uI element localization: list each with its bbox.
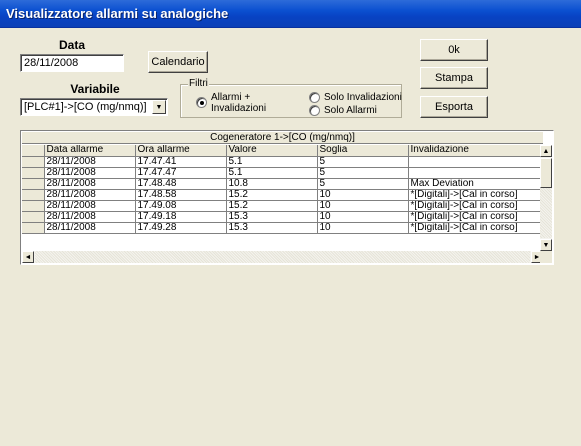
cell-value[interactable]: 5.1 — [226, 156, 318, 168]
alarms-table: Data allarme Ora allarme Valore Soglia I… — [22, 145, 544, 234]
cell-invalidation[interactable]: *[Digitali]->[Cal in corso] — [408, 189, 544, 201]
radio-alarms-invalidations[interactable] — [196, 97, 207, 108]
cell-threshold[interactable]: 10 — [317, 200, 409, 212]
cell-invalidation[interactable] — [408, 167, 544, 179]
row-header[interactable] — [22, 211, 45, 223]
variable-select[interactable]: [PLC#1]->[CO (mg/nmq)] ▼ — [20, 98, 168, 116]
cell-time[interactable]: 17.47.47 — [135, 167, 227, 179]
scrollbar-corner — [540, 251, 552, 263]
cell-threshold[interactable]: 5 — [317, 156, 409, 168]
chevron-down-icon[interactable]: ▼ — [152, 100, 166, 114]
cell-invalidation[interactable]: *[Digitali]->[Cal in corso] — [408, 211, 544, 223]
horizontal-scrollbar[interactable]: ◄ ► — [22, 251, 543, 263]
cell-date[interactable]: 28/11/2008 — [44, 178, 136, 190]
column-header-date[interactable]: Data allarme — [44, 145, 136, 157]
row-header[interactable] — [22, 189, 45, 201]
radio-only-invalidations[interactable] — [309, 92, 320, 103]
cell-time[interactable]: 17.49.28 — [135, 222, 227, 234]
scroll-left-icon[interactable]: ◄ — [22, 251, 34, 263]
cell-date[interactable]: 28/11/2008 — [44, 156, 136, 168]
row-header[interactable] — [22, 178, 45, 190]
cell-threshold[interactable]: 5 — [317, 167, 409, 179]
date-label: Data — [58, 38, 85, 52]
cell-date[interactable]: 28/11/2008 — [44, 222, 136, 234]
window-title: Visualizzatore allarmi su analogiche — [6, 6, 229, 21]
cell-date[interactable]: 28/11/2008 — [44, 167, 136, 179]
cell-time[interactable]: 17.49.18 — [135, 211, 227, 223]
cell-value[interactable]: 15.3 — [226, 222, 318, 234]
row-header-corner — [22, 145, 45, 157]
cell-time[interactable]: 17.48.58 — [135, 189, 227, 201]
table-row[interactable]: 28/11/2008 17.49.18 15.3 10 *[Digitali]-… — [22, 211, 544, 223]
cell-time[interactable]: 17.48.48 — [135, 178, 227, 190]
cell-time[interactable]: 17.47.41 — [135, 156, 227, 168]
cell-date[interactable]: 28/11/2008 — [44, 189, 136, 201]
vertical-scroll-thumb[interactable] — [540, 158, 552, 188]
scroll-down-icon[interactable]: ▼ — [540, 239, 552, 251]
cell-time[interactable]: 17.49.08 — [135, 200, 227, 212]
cell-invalidation[interactable]: Max Deviation — [408, 178, 544, 190]
radio-only-invalidations-label[interactable]: Solo Invalidazioni — [324, 92, 402, 103]
table-row[interactable]: 28/11/2008 17.48.58 15.2 10 *[Digitali]-… — [22, 189, 544, 201]
cell-threshold[interactable]: 10 — [317, 211, 409, 223]
ok-button[interactable]: 0k — [420, 39, 488, 61]
row-header[interactable] — [22, 156, 45, 168]
cell-value[interactable]: 15.3 — [226, 211, 318, 223]
cell-invalidation[interactable]: *[Digitali]->[Cal in corso] — [408, 222, 544, 234]
cell-value[interactable]: 5.1 — [226, 167, 318, 179]
table-header-row: Data allarme Ora allarme Valore Soglia I… — [22, 145, 544, 157]
cell-date[interactable]: 28/11/2008 — [44, 211, 136, 223]
grid-title: Cogeneratore 1->[CO (mg/nmq)] — [22, 132, 543, 144]
row-header[interactable] — [22, 222, 45, 234]
cell-threshold[interactable]: 5 — [317, 178, 409, 190]
print-button[interactable]: Stampa — [420, 67, 488, 89]
horizontal-scroll-track[interactable] — [35, 251, 530, 263]
scroll-up-icon[interactable]: ▲ — [540, 145, 552, 157]
cell-threshold[interactable]: 10 — [317, 222, 409, 234]
title-bar[interactable]: Visualizzatore allarmi su analogiche — [0, 0, 581, 28]
alarms-grid[interactable]: Cogeneratore 1->[CO (mg/nmq)] Data allar… — [20, 130, 554, 265]
radio-alarms-invalidations-label[interactable]: Allarmi + Invalidazioni — [211, 92, 266, 114]
column-header-value[interactable]: Valore — [226, 145, 318, 157]
table-row[interactable]: 28/11/2008 17.48.48 10.8 5 Max Deviation — [22, 178, 544, 190]
cell-date[interactable]: 28/11/2008 — [44, 200, 136, 212]
column-header-invalidation[interactable]: Invalidazione — [408, 145, 544, 157]
date-field[interactable]: 28/11/2008 — [20, 54, 124, 72]
cell-value[interactable]: 10.8 — [226, 178, 318, 190]
filters-legend: Filtri — [188, 78, 209, 89]
calendar-button[interactable]: Calendario — [148, 51, 208, 73]
cell-invalidation[interactable] — [408, 156, 544, 168]
radio-alarms-invalidations-line2: Invalidazioni — [211, 103, 267, 114]
table-row[interactable]: 28/11/2008 17.49.08 15.2 10 *[Digitali]-… — [22, 200, 544, 212]
row-header[interactable] — [22, 200, 45, 212]
variable-select-value: [PLC#1]->[CO (mg/nmq)] — [24, 101, 147, 113]
cell-value[interactable]: 15.2 — [226, 189, 318, 201]
row-header[interactable] — [22, 167, 45, 179]
radio-alarms-invalidations-line1: Allarmi + — [211, 92, 251, 103]
column-header-threshold[interactable]: Soglia — [317, 145, 409, 157]
cell-value[interactable]: 15.2 — [226, 200, 318, 212]
radio-selected-dot — [199, 100, 204, 105]
cell-threshold[interactable]: 10 — [317, 189, 409, 201]
table-row[interactable]: 28/11/2008 17.47.41 5.1 5 — [22, 156, 544, 168]
column-header-time[interactable]: Ora allarme — [135, 145, 227, 157]
vertical-scrollbar[interactable]: ▲ ▼ — [540, 145, 552, 251]
cell-invalidation[interactable]: *[Digitali]->[Cal in corso] — [408, 200, 544, 212]
table-row[interactable]: 28/11/2008 17.47.47 5.1 5 — [22, 167, 544, 179]
variable-label: Variabile — [70, 82, 120, 96]
radio-only-alarms-label[interactable]: Solo Allarmi — [324, 105, 377, 116]
export-button[interactable]: Esporta — [420, 96, 488, 118]
radio-only-alarms[interactable] — [309, 105, 320, 116]
table-row[interactable]: 28/11/2008 17.49.28 15.3 10 *[Digitali]-… — [22, 222, 544, 234]
